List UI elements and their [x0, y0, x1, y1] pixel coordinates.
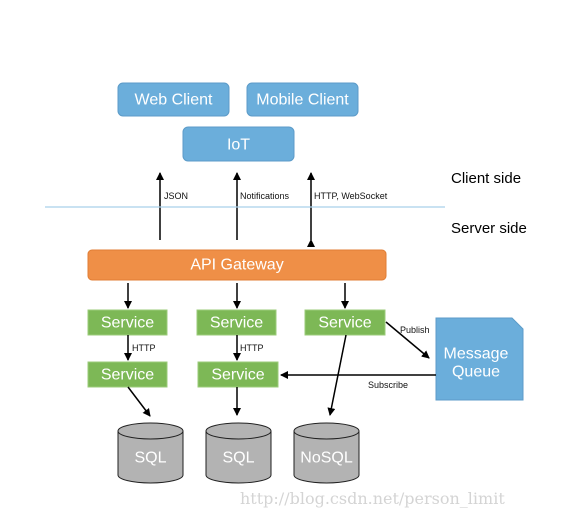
service-label: Service: [101, 367, 154, 384]
database-label: SQL: [222, 450, 254, 467]
http-websocket-label: HTTP, WebSocket: [314, 191, 388, 201]
api-gateway-node: API Gateway: [87, 249, 387, 281]
service-label: Service: [211, 367, 264, 384]
mobile-client-node: Mobile Client: [246, 82, 359, 117]
server-side-label: Server side: [451, 220, 527, 237]
iot-node: IoT: [182, 126, 295, 162]
message-queue-label-line1: Message: [444, 346, 509, 363]
sql-database-2: SQL: [205, 422, 272, 484]
json-label: JSON: [164, 191, 188, 201]
sql-database-1: SQL: [117, 422, 184, 484]
notifications-label: Notifications: [240, 191, 290, 201]
database-label: NoSQL: [300, 450, 353, 467]
mobile-client-label: Mobile Client: [256, 92, 349, 109]
database-label: SQL: [134, 450, 166, 467]
service-node: Service: [87, 309, 168, 336]
message-queue-node: Message Queue: [435, 317, 524, 401]
service-label: Service: [210, 315, 263, 332]
service-node: Service: [87, 361, 168, 388]
nosql-database: NoSQL: [293, 422, 360, 484]
web-client-label: Web Client: [135, 92, 214, 109]
api-gateway-label: API Gateway: [190, 257, 283, 274]
service-node: Service: [196, 309, 277, 336]
publish-label: Publish: [400, 325, 430, 335]
web-client-node: Web Client: [117, 82, 230, 117]
http-label: HTTP: [132, 343, 156, 353]
message-queue-label-line2: Queue: [452, 364, 500, 381]
service-label: Service: [318, 315, 371, 332]
client-side-label: Client side: [451, 170, 521, 187]
architecture-diagram: Web Client Mobile Client IoT JSON Notifi…: [45, 82, 527, 508]
service-node: Service: [197, 361, 279, 388]
service-to-sql-arrow: [127, 386, 151, 417]
service-label: Service: [101, 315, 154, 332]
http-label: HTTP: [240, 343, 264, 353]
service-node: Service: [304, 309, 386, 336]
watermark: http://blog.csdn.net/person_limit: [240, 489, 505, 508]
iot-label: IoT: [227, 137, 250, 154]
subscribe-label: Subscribe: [368, 380, 408, 390]
